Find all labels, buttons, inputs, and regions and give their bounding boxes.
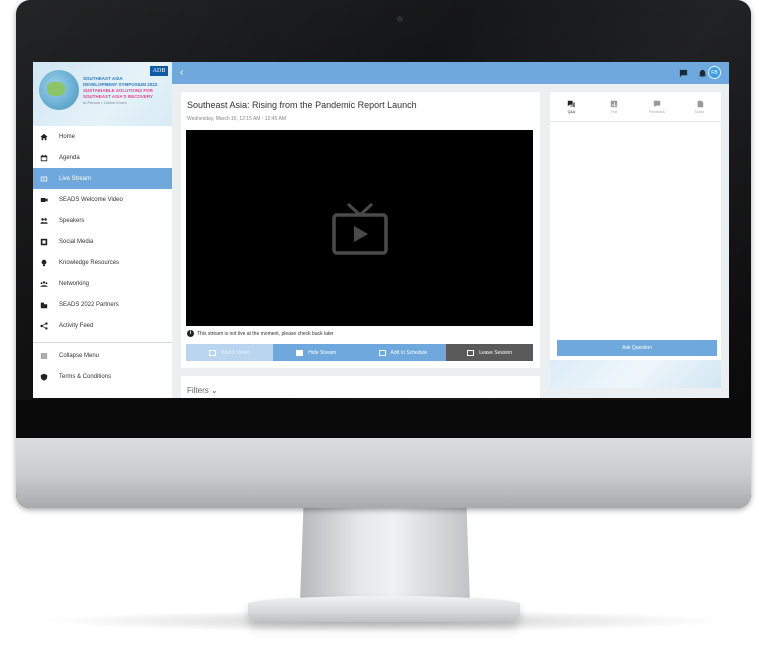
tab-notes[interactable]: Notes — [678, 98, 721, 121]
building-icon — [39, 300, 49, 310]
webcam-icon — [397, 16, 403, 22]
sidebar-item-label: Social Media — [59, 238, 94, 245]
qa-icon — [568, 100, 575, 108]
chat-icon[interactable] — [677, 67, 689, 79]
hide-stream-button[interactable]: Hide Stream — [272, 344, 360, 361]
user-avatar[interactable]: FB — [708, 66, 721, 79]
notes-icon — [697, 100, 703, 108]
top-bar: ‹ FB — [172, 62, 729, 84]
sidebar-item-home[interactable]: Home — [33, 126, 172, 147]
sidebar-item-welcome-video[interactable]: SEADS Welcome Video — [33, 189, 172, 210]
sidebar-item-social-media[interactable]: Social Media — [33, 231, 172, 252]
sidebar-item-networking[interactable]: Networking — [33, 273, 172, 294]
tv-icon — [39, 174, 49, 184]
sidebar-item-agenda[interactable]: Agenda — [33, 147, 172, 168]
logo-text: SOUTHEAST ASIA DEVELOPMENT SYMPOSIUM 202… — [83, 76, 158, 105]
globe-logo-icon — [39, 70, 79, 110]
terms-conditions-link[interactable]: Terms & Conditions — [33, 366, 172, 387]
network-icon — [39, 279, 49, 289]
sidebar-item-live-stream[interactable]: Live Stream — [33, 168, 172, 189]
monitor-chin — [16, 438, 751, 508]
filters-card: Filters ⌄ — [181, 376, 540, 398]
session-title: Southeast Asia: Rising from the Pandemic… — [187, 100, 417, 110]
sidebar: ADB SOUTHEAST ASIA DEVELOPMENT SYMPOSIUM… — [33, 62, 172, 398]
video-icon — [209, 349, 217, 356]
sidebar-item-label: Knowledge Resources — [59, 259, 120, 266]
sidebar-item-label: Home — [59, 133, 76, 140]
sidebar-item-label: Networking — [59, 280, 90, 287]
feedback-icon — [653, 100, 661, 108]
event-logo[interactable]: ADB SOUTHEAST ASIA DEVELOPMENT SYMPOSIUM… — [33, 62, 172, 126]
tab-feedback[interactable]: Feedback — [636, 98, 679, 121]
sidebar-item-label: Agenda — [59, 154, 80, 161]
shield-icon — [39, 372, 49, 382]
video-off-icon — [296, 349, 304, 356]
people-icon — [39, 216, 49, 226]
panel-tabs: Q&A Poll Feedback Notes — [550, 98, 721, 122]
sidebar-item-speakers[interactable]: Speakers — [33, 210, 172, 231]
home-icon — [39, 132, 49, 142]
monitor-stand-foot — [248, 596, 520, 622]
tab-poll[interactable]: Poll — [593, 98, 636, 121]
tab-qa[interactable]: Q&A — [550, 98, 593, 121]
collapse-menu-button[interactable]: Collapse Menu — [33, 345, 172, 366]
calendar-plus-icon — [378, 349, 386, 356]
sidebar-item-label: Speakers — [59, 217, 85, 224]
sidebar-item-label: Terms & Conditions — [59, 373, 112, 380]
sidebar-item-label: SEADS Welcome Video — [59, 196, 123, 203]
session-card: Southeast Asia: Rising from the Pandemic… — [181, 92, 540, 368]
session-actions: Watch Video Hide Stream Add to Schedule … — [186, 344, 533, 361]
adb-badge: ADB — [150, 66, 168, 76]
share-icon — [39, 321, 49, 331]
info-icon: i — [187, 330, 194, 337]
sidebar-item-knowledge-resources[interactable]: Knowledge Resources — [33, 252, 172, 273]
tv-play-icon — [332, 202, 388, 255]
stream-status-note: i This stream is not live at the moment,… — [187, 330, 334, 337]
ask-question-button[interactable]: Ask Question — [557, 340, 717, 356]
poll-icon — [610, 100, 618, 108]
sidebar-item-label: Activity Feed — [59, 322, 94, 329]
sidebar-item-label: SEADS 2022 Partners — [59, 301, 119, 308]
monitor-stand-neck — [300, 508, 470, 603]
sidebar-item-partners[interactable]: SEADS 2022 Partners — [33, 294, 172, 315]
sidebar-item-activity-feed[interactable]: Activity Feed — [33, 315, 172, 336]
video-icon — [39, 195, 49, 205]
leave-session-button[interactable]: Leave Session — [446, 344, 533, 361]
sidebar-footer: Collapse Menu Terms & Conditions — [33, 345, 172, 387]
screen: ADB SOUTHEAST ASIA DEVELOPMENT SYMPOSIUM… — [33, 62, 729, 398]
sidebar-item-label: Live Stream — [59, 175, 92, 182]
sidebar-item-label: Collapse Menu — [59, 352, 100, 359]
logout-icon — [467, 349, 475, 356]
watch-video-button[interactable]: Watch Video — [186, 344, 273, 361]
back-chevron-icon[interactable]: ‹ — [180, 67, 190, 79]
stream-status-text: This stream is not live at the moment, p… — [197, 330, 334, 337]
collapse-icon — [39, 351, 49, 361]
bell-icon[interactable] — [696, 67, 708, 79]
decorative-banner — [550, 360, 721, 388]
sidebar-divider — [33, 342, 172, 343]
sidebar-nav: Home Agenda Live Stream SEADS Welcome Vi… — [33, 126, 172, 336]
calendar-icon — [39, 153, 49, 163]
lightbulb-icon — [39, 258, 49, 268]
video-player[interactable] — [186, 130, 533, 326]
session-time: Wednesday, March 16, 12:15 AM - 12:45 AM — [187, 116, 287, 122]
interaction-panel: Q&A Poll Feedback Notes Ask Question — [550, 92, 721, 388]
filters-toggle[interactable]: Filters ⌄ — [187, 386, 218, 395]
add-to-schedule-button[interactable]: Add to Schedule — [359, 344, 447, 361]
social-icon — [39, 237, 49, 247]
